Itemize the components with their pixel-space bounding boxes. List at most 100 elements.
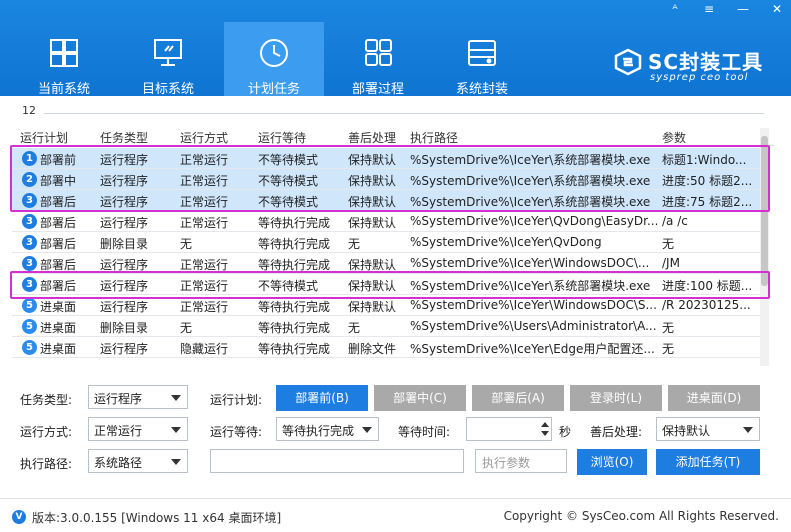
plan-number-badge: 3 xyxy=(22,214,37,229)
cell-mode: 正常运行 xyxy=(180,300,229,314)
cell-wait: 等待执行完成 xyxy=(258,237,331,251)
user-icon[interactable]: ᴬ xyxy=(667,2,683,16)
cell-wait: 等待执行完成 xyxy=(258,216,331,230)
cell-after: 无 xyxy=(348,321,361,335)
after-process-value: 保持默认 xyxy=(662,424,711,438)
chevron-down-icon xyxy=(171,395,181,401)
exec-path-input[interactable] xyxy=(210,449,464,473)
windows-icon xyxy=(47,38,81,68)
task-table[interactable]: 12 运行计划 任务类型 运行方式 运行等待 善后处理 执行路径 参数 1 部署前… xyxy=(12,104,774,366)
run-wait-label: 运行等待: xyxy=(210,425,263,439)
cell-plan: 进桌面 xyxy=(40,321,77,335)
cell-mode: 隐藏运行 xyxy=(180,342,229,356)
exec-path-label: 执行路径: xyxy=(20,457,73,471)
col-header-wait[interactable]: 运行等待 xyxy=(258,129,306,146)
cell-type: 运行程序 xyxy=(100,300,149,314)
tab-scheduled-tasks[interactable]: 计划任务 xyxy=(224,22,324,97)
spin-up-icon[interactable] xyxy=(541,422,549,427)
app-header: ᴬ ≡ — ✕ 当前系统 目标系统 计划任务 部署过程 系统封装 SC封装工具 … xyxy=(0,0,791,97)
cell-wait: 等待执行完成 xyxy=(258,321,331,335)
exec-path-select[interactable]: 系统路径 xyxy=(88,449,188,473)
col-header-mode[interactable]: 运行方式 xyxy=(180,129,228,146)
plan-login-button[interactable]: 登录时(L) xyxy=(570,385,662,411)
task-type-select[interactable]: 运行程序 xyxy=(88,385,188,409)
cell-path: %SystemDrive%\IceYer\QvDong xyxy=(410,235,602,249)
cell-after: 删除文件 xyxy=(348,342,397,356)
grid-icon xyxy=(361,38,395,68)
chevron-down-icon xyxy=(171,459,181,465)
cell-mode: 无 xyxy=(180,321,193,335)
brand-name: SC封装工具 xyxy=(648,50,764,74)
cell-type: 删除目录 xyxy=(100,321,149,335)
tab-label: 当前系统 xyxy=(37,82,90,97)
wait-time-spinner[interactable] xyxy=(539,417,551,441)
tab-label: 计划任务 xyxy=(247,82,300,97)
plan-during-button[interactable]: 部署中(C) xyxy=(374,385,466,411)
highlight-box xyxy=(10,271,770,299)
cell-path: %SystemDrive%\Users\Administrator\A... xyxy=(410,319,657,333)
table-row[interactable]: 5 进桌面 删除目录 无 等待执行完成 无 %SystemDrive%\Users\Admi… xyxy=(12,316,762,337)
plan-before-button[interactable]: 部署前(B) xyxy=(276,385,368,411)
cell-path: %SystemDrive%\IceYer\QvDong\EasyDr... xyxy=(410,214,658,228)
run-mode-value: 正常运行 xyxy=(94,424,143,438)
menu-icon[interactable]: ≡ xyxy=(701,2,717,16)
brand-subtitle: sysprep ceo tool xyxy=(650,72,749,83)
plan-after-button[interactable]: 部署后(A) xyxy=(472,385,564,411)
cell-param: 无 xyxy=(662,342,675,356)
task-type-label: 任务类型: xyxy=(20,393,73,407)
window-controls: ᴬ ≡ — ✕ xyxy=(667,2,785,16)
after-process-select[interactable]: 保持默认 xyxy=(656,417,760,441)
cell-param: 无 xyxy=(662,237,675,251)
table-header: 运行计划 任务类型 运行方式 运行等待 善后处理 执行路径 参数 xyxy=(12,126,774,146)
plan-desktop-button[interactable]: 进桌面(D) xyxy=(668,385,760,411)
browse-button[interactable]: 浏览(O) xyxy=(577,449,647,475)
clock-icon xyxy=(257,38,291,68)
minimize-icon[interactable]: — xyxy=(735,2,751,16)
drive-icon xyxy=(465,38,499,68)
cell-mode: 正常运行 xyxy=(180,216,229,230)
cell-after: 保持默认 xyxy=(348,216,397,230)
tab-current-system[interactable]: 当前系统 xyxy=(14,28,114,97)
after-process-label: 善后处理: xyxy=(590,425,643,439)
version-icon: V xyxy=(12,510,26,524)
cell-wait: 等待执行完成 xyxy=(258,342,331,356)
run-plan-label: 运行计划: xyxy=(210,393,263,407)
tab-system-package[interactable]: 系统封装 xyxy=(432,28,532,97)
cell-plan: 进桌面 xyxy=(40,300,77,314)
run-mode-select[interactable]: 正常运行 xyxy=(88,417,188,441)
task-count: 12 xyxy=(22,104,36,117)
wait-time-unit: 秒 xyxy=(559,425,572,439)
col-header-plan[interactable]: 运行计划 xyxy=(20,129,68,146)
cell-type: 运行程序 xyxy=(100,216,149,230)
col-header-after[interactable]: 善后处理 xyxy=(348,129,396,146)
close-icon[interactable]: ✕ xyxy=(769,2,785,16)
tab-target-system[interactable]: 目标系统 xyxy=(118,28,218,97)
col-header-type[interactable]: 任务类型 xyxy=(100,129,148,146)
cell-type: 运行程序 xyxy=(100,342,149,356)
status-bar: V 版本:3.0.0.155 [Windows 11 x64 桌面环境] Cop… xyxy=(0,498,791,532)
col-header-param[interactable]: 参数 xyxy=(662,129,686,146)
plan-number-badge: 3 xyxy=(22,256,37,271)
add-task-button[interactable]: 添加任务(T) xyxy=(656,449,760,475)
plan-number-badge: 5 xyxy=(22,319,37,334)
table-row[interactable]: 3 部署后 删除目录 无 等待执行完成 无 %SystemDrive%\IceYer\QvD… xyxy=(12,232,762,253)
cell-path: %SystemDrive%\IceYer\Edge用户配置还... xyxy=(410,342,655,356)
chevron-down-icon xyxy=(743,427,753,433)
plan-number-badge: 5 xyxy=(22,298,37,313)
exec-param-input[interactable]: 执行参数 xyxy=(475,449,567,473)
exec-path-value: 系统路径 xyxy=(94,456,143,470)
table-row[interactable]: 5 进桌面 运行程序 隐藏运行 等待执行完成 删除文件 %SystemDrive%\IceY… xyxy=(12,337,762,358)
run-wait-select[interactable]: 等待执行完成 xyxy=(276,417,379,441)
cell-after: 无 xyxy=(348,237,361,251)
cell-param: /JM xyxy=(662,256,680,270)
table-row[interactable]: 3 部署后 运行程序 正常运行 等待执行完成 保持默认 %SystemDrive%\IceY… xyxy=(12,211,762,232)
copyright-text: Copyright © SysCeo.com All Rights Reserv… xyxy=(503,509,779,523)
monitor-icon xyxy=(151,38,185,68)
tab-label: 部署过程 xyxy=(351,82,404,97)
divider xyxy=(44,113,764,114)
col-header-path[interactable]: 执行路径 xyxy=(410,129,458,146)
cell-plan: 部署后 xyxy=(40,237,77,251)
tab-deploy-process[interactable]: 部署过程 xyxy=(328,28,428,97)
spin-down-icon[interactable] xyxy=(541,431,549,436)
brand-logo: SC封装工具 sysprep ceo tool xyxy=(614,46,784,86)
